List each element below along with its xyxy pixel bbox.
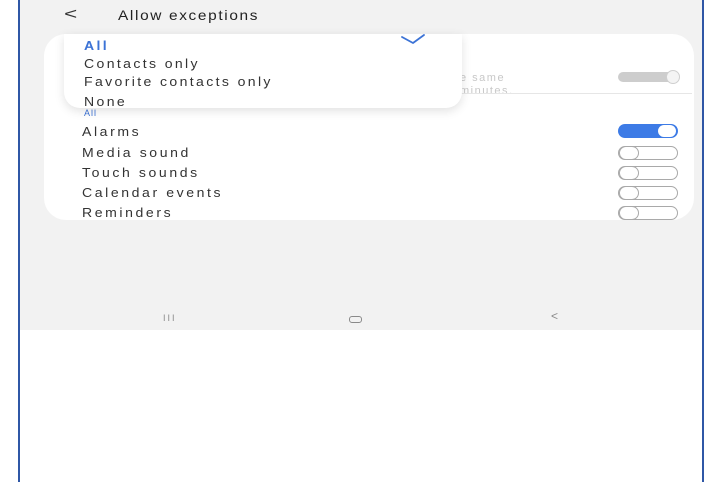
repeat-callers-toggle[interactable] bbox=[618, 70, 680, 84]
calendar-events-toggle[interactable] bbox=[618, 186, 678, 200]
home-icon[interactable] bbox=[349, 316, 362, 323]
calendar-events-label: Calendar events bbox=[82, 185, 224, 200]
page-title: Allow exceptions bbox=[118, 7, 260, 23]
screenshot-frame: < Allow exceptions e same minutes. All A… bbox=[18, 0, 704, 482]
touch-sounds-label: Touch sounds bbox=[82, 165, 200, 180]
reminders-toggle[interactable] bbox=[618, 206, 678, 220]
divider bbox=[460, 93, 692, 94]
system-navigation-bar: III < bbox=[20, 300, 702, 330]
check-icon bbox=[401, 34, 425, 44]
calls-from-value: All bbox=[84, 108, 98, 118]
reminders-label: Reminders bbox=[82, 205, 174, 220]
nav-back-icon[interactable]: < bbox=[551, 309, 558, 323]
alarms-toggle[interactable] bbox=[618, 124, 678, 138]
media-sound-label: Media sound bbox=[82, 145, 191, 160]
phone-screen: < Allow exceptions e same minutes. All A… bbox=[20, 0, 702, 330]
touch-sounds-toggle[interactable] bbox=[618, 166, 678, 180]
calls-from-dropdown: All Contacts only Favorite contacts only… bbox=[64, 34, 462, 109]
media-sound-toggle[interactable] bbox=[618, 146, 678, 160]
dropdown-option-none[interactable]: None bbox=[84, 94, 127, 109]
dropdown-option-all[interactable]: All bbox=[84, 38, 109, 53]
app-header: < Allow exceptions bbox=[20, 0, 702, 36]
alarms-label: Alarms bbox=[82, 124, 142, 139]
dropdown-option-contacts-only[interactable]: Contacts only bbox=[84, 56, 200, 71]
dropdown-option-favorite-contacts-only[interactable]: Favorite contacts only bbox=[84, 74, 273, 89]
repeat-callers-description: e same minutes. bbox=[460, 72, 514, 97]
recent-apps-icon[interactable]: III bbox=[163, 313, 177, 323]
back-button[interactable]: < bbox=[64, 6, 77, 24]
